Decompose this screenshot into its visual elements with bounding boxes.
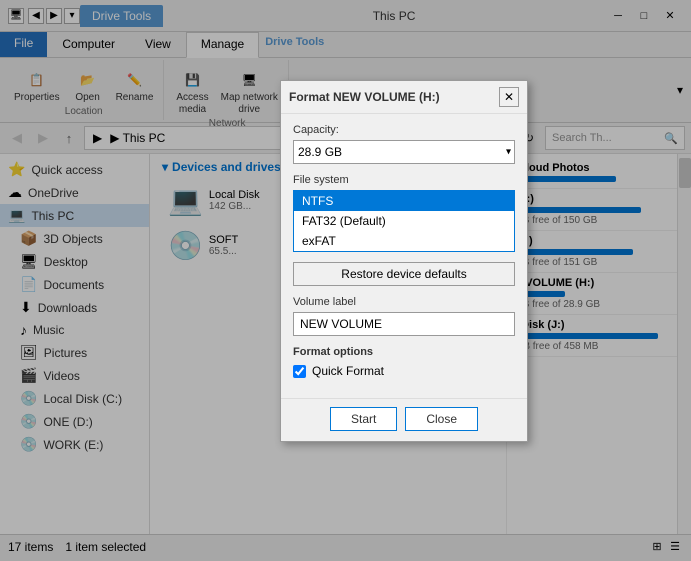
quick-format-label: Quick Format xyxy=(312,364,384,378)
capacity-label: Capacity: xyxy=(293,124,515,136)
fs-option-ntfs[interactable]: NTFS xyxy=(294,191,514,211)
filesystem-label: File system xyxy=(293,174,515,186)
close-dialog-btn[interactable]: Close xyxy=(405,407,478,431)
restore-defaults-btn[interactable]: Restore device defaults xyxy=(293,262,515,286)
modal-title: Format NEW VOLUME (H:) xyxy=(289,90,499,104)
quick-format-checkbox[interactable] xyxy=(293,365,306,378)
start-btn[interactable]: Start xyxy=(330,407,397,431)
capacity-select-wrapper: 28.9 GB ▾ xyxy=(293,140,515,164)
modal-footer: Start Close xyxy=(281,398,527,441)
modal-body: Capacity: 28.9 GB ▾ File system NTFS FAT… xyxy=(281,114,527,398)
capacity-select[interactable]: 28.9 GB xyxy=(293,140,515,164)
volume-label-input[interactable] xyxy=(293,312,515,336)
modal-title-bar: Format NEW VOLUME (H:) ✕ xyxy=(281,81,527,114)
format-options-label: Format options xyxy=(293,346,515,358)
volume-label-label: Volume label xyxy=(293,296,515,308)
modal-close-btn[interactable]: ✕ xyxy=(499,87,519,107)
fs-option-fat32[interactable]: FAT32 (Default) xyxy=(294,211,514,231)
quick-format-checkbox-row: Quick Format xyxy=(293,364,515,378)
format-dialog: Format NEW VOLUME (H:) ✕ Capacity: 28.9 … xyxy=(280,80,528,442)
fs-option-exfat[interactable]: exFAT xyxy=(294,231,514,251)
filesystem-dropdown: NTFS FAT32 (Default) exFAT xyxy=(293,190,515,252)
